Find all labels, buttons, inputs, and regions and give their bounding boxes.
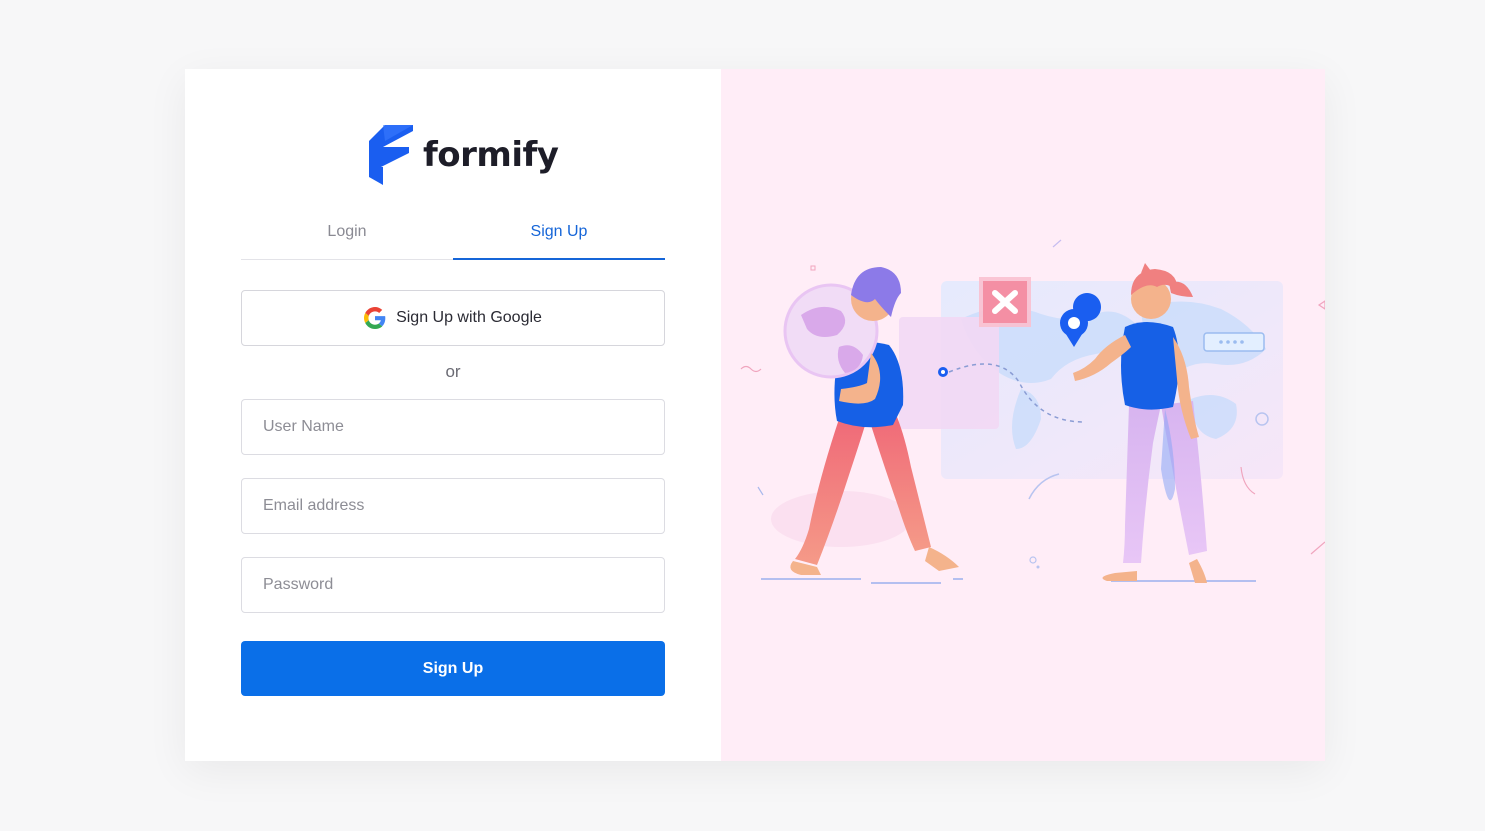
illustration-panel bbox=[721, 69, 1325, 761]
email-input[interactable] bbox=[242, 479, 664, 533]
auth-tabs: Login Sign Up bbox=[241, 215, 665, 260]
close-box-icon bbox=[979, 277, 1031, 327]
auth-card: formify Login Sign Up Sign Up with Googl… bbox=[185, 69, 1325, 761]
username-input[interactable] bbox=[242, 400, 664, 454]
email-field bbox=[241, 478, 665, 534]
password-input[interactable] bbox=[242, 558, 664, 612]
username-field bbox=[241, 399, 665, 455]
google-button-label: Sign Up with Google bbox=[396, 309, 542, 326]
google-sign-up-button[interactable]: Sign Up with Google bbox=[241, 290, 665, 346]
travel-illustration bbox=[740, 239, 1325, 584]
or-divider: or bbox=[445, 362, 461, 381]
brand-logo: formify bbox=[369, 125, 559, 185]
form-panel: formify Login Sign Up Sign Up with Googl… bbox=[185, 69, 721, 761]
formify-logo-icon bbox=[369, 125, 413, 185]
tab-sign-up[interactable]: Sign Up bbox=[453, 215, 665, 260]
sign-up-button[interactable]: Sign Up bbox=[241, 641, 665, 696]
tab-login[interactable]: Login bbox=[241, 215, 453, 259]
brand-name: formify bbox=[423, 135, 559, 175]
chat-bubble-icon bbox=[1203, 332, 1265, 352]
password-field bbox=[241, 557, 665, 613]
google-icon bbox=[364, 307, 386, 329]
